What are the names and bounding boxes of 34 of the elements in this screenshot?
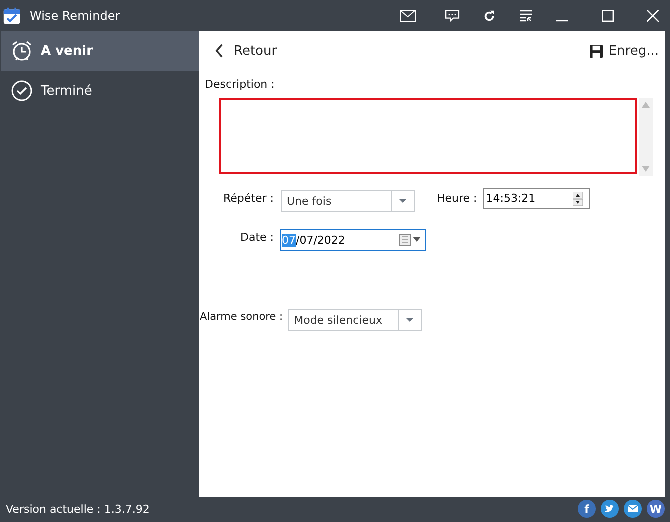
mail-icon[interactable] bbox=[624, 500, 642, 518]
date-field[interactable]: 07/07/2022 bbox=[280, 229, 426, 251]
field-label: Description : bbox=[205, 78, 275, 91]
bird-icon[interactable] bbox=[601, 500, 619, 518]
field-label: Date : bbox=[240, 230, 274, 244]
field-label: Répéter : bbox=[222, 191, 274, 205]
back-button[interactable]: Retour bbox=[211, 42, 282, 60]
caret-icon bbox=[406, 318, 414, 322]
close-icon[interactable] bbox=[647, 10, 659, 22]
time-field[interactable]: 14:53:21 bbox=[483, 188, 590, 209]
calendar-icon bbox=[3, 7, 21, 25]
check-circle-icon bbox=[11, 80, 33, 102]
alarm-clock-icon bbox=[11, 40, 33, 62]
mail-icon[interactable] bbox=[400, 10, 416, 22]
sidebar-item[interactable]: Terminé bbox=[1, 71, 199, 111]
spinner-arrows-icon[interactable] bbox=[573, 192, 584, 206]
chevron-left-icon bbox=[215, 44, 224, 58]
social-button[interactable]: f bbox=[578, 500, 596, 518]
repeat-dropdown[interactable]: Une fois bbox=[281, 190, 415, 212]
social-button[interactable]: W bbox=[647, 500, 665, 518]
chat-icon[interactable] bbox=[445, 10, 460, 22]
caret-icon bbox=[399, 199, 407, 203]
alarm-dropdown[interactable]: Mode silencieux bbox=[288, 309, 422, 331]
sidebar-item[interactable]: A venir bbox=[1, 31, 199, 71]
version-text: Version actuelle : 1.3.7.92 bbox=[6, 502, 150, 516]
window-title: Wise Reminder bbox=[30, 9, 120, 23]
maximize-icon[interactable] bbox=[602, 10, 614, 22]
field-label: Heure : bbox=[437, 191, 478, 205]
save-button[interactable]: Enreg... bbox=[586, 42, 663, 60]
field-label: Alarme sonore : bbox=[199, 310, 284, 323]
description-field[interactable] bbox=[219, 98, 637, 174]
calendar-dropdown-icon[interactable] bbox=[399, 234, 421, 246]
menu-icon[interactable] bbox=[519, 10, 533, 22]
refresh-icon[interactable] bbox=[483, 10, 496, 22]
